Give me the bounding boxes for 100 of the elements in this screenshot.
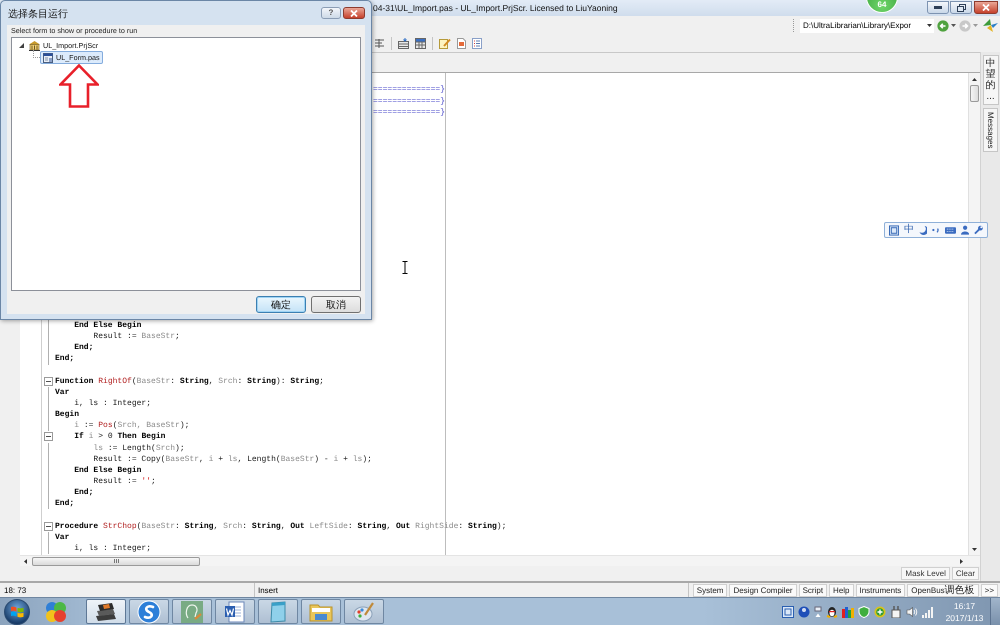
caret-icon xyxy=(973,24,978,27)
close-icon xyxy=(350,10,358,16)
horizontal-scrollbar[interactable] xyxy=(20,555,980,566)
up-triangle-icon[interactable] xyxy=(972,78,977,81)
code-line: ==============} xyxy=(373,84,446,96)
palette-icon xyxy=(352,600,376,624)
restore-icon xyxy=(956,4,966,12)
document-icon xyxy=(223,600,247,624)
expanded-triangle-icon[interactable] xyxy=(19,43,24,48)
grip-icon xyxy=(114,559,118,563)
keyboard-icon[interactable] xyxy=(944,226,956,234)
list-icon[interactable] xyxy=(472,38,482,49)
dialog-button[interactable]: 取消 xyxy=(311,296,361,313)
panel-button[interactable]: Instruments xyxy=(856,584,906,596)
shield-icon[interactable] xyxy=(858,606,870,618)
input-mode[interactable]: 中 xyxy=(904,224,914,236)
back-button[interactable] xyxy=(937,18,956,32)
fold-minus-icon[interactable] xyxy=(44,376,53,386)
minimize-icon xyxy=(934,6,942,9)
head-outline-icon xyxy=(180,600,204,624)
code-line: End; xyxy=(74,342,94,354)
speaker-icon[interactable] xyxy=(906,606,918,618)
code-line: End; xyxy=(55,353,74,365)
code-line: ==============} xyxy=(373,96,446,107)
text-cursor-icon xyxy=(402,261,408,274)
moon-icon[interactable] xyxy=(919,225,928,235)
page-icon[interactable] xyxy=(457,38,466,49)
books-icon xyxy=(94,600,118,622)
code-line: Result := Copy(BaseStr, i + ls, Length(BaseStr) - i + ls); xyxy=(93,454,372,465)
code-line: i, ls : Integer; xyxy=(74,398,152,410)
panel-button[interactable]: Mask Level xyxy=(901,567,950,580)
text-lines-icon[interactable] xyxy=(374,38,385,49)
caret-icon xyxy=(951,24,956,27)
restore-button[interactable] xyxy=(950,1,972,14)
panel-button[interactable]: OpenBus调色板 xyxy=(907,584,979,596)
scrollbar-thumb[interactable] xyxy=(32,556,200,566)
arrow-logo-icon[interactable] xyxy=(983,19,998,32)
side-tab[interactable]: 中望的... xyxy=(982,55,998,105)
close-icon xyxy=(982,4,990,11)
code-line: End Else Begin xyxy=(74,464,142,476)
side-tab[interactable]: Messages xyxy=(983,108,998,152)
code-line: ==============} xyxy=(373,106,446,118)
orb-icon xyxy=(4,598,30,624)
code-line: If i > 0 Then Begin xyxy=(74,431,166,443)
plus-circle-icon[interactable] xyxy=(874,606,886,618)
code-line: End; xyxy=(55,498,74,510)
code-line: Var xyxy=(55,386,70,398)
dialog-button[interactable]: 确定 xyxy=(256,296,306,313)
swirl-logo-icon xyxy=(137,600,161,624)
code-line: Function RightOf(BaseStr: String, Srch: String): String; xyxy=(55,376,324,387)
back-arrow-icon xyxy=(937,20,949,32)
forward-arrow-icon xyxy=(959,20,971,32)
panel-button[interactable]: Script xyxy=(798,584,828,596)
plug-icon[interactable] xyxy=(890,606,902,618)
window-icon xyxy=(43,52,53,62)
code-line: Var xyxy=(55,532,70,543)
fold-minus-icon[interactable] xyxy=(44,522,53,531)
colorful-circles-icon xyxy=(44,600,68,624)
up-arrow-icon xyxy=(59,64,99,108)
right-triangle-icon[interactable] xyxy=(960,558,963,564)
left-triangle-icon[interactable] xyxy=(24,558,27,564)
dialog-title: 选择条目运行 xyxy=(8,8,68,21)
fold-minus-icon[interactable] xyxy=(44,432,53,442)
person-icon[interactable] xyxy=(960,225,969,235)
down-triangle-icon[interactable] xyxy=(972,548,977,551)
minimize-button[interactable] xyxy=(927,1,949,14)
panel-button[interactable]: Help xyxy=(829,584,854,596)
punctuation-icon[interactable] xyxy=(932,227,940,233)
code-line: i, ls : Integer; xyxy=(74,542,152,554)
close-button[interactable] xyxy=(343,7,365,19)
framed-square-icon[interactable] xyxy=(889,224,900,236)
pencil-page-icon[interactable] xyxy=(439,38,451,49)
signal-bars-icon[interactable] xyxy=(922,606,934,618)
code-line: End Else Begin xyxy=(74,320,142,332)
code-line: Result := BaseStr; xyxy=(93,331,180,342)
table-icon[interactable] xyxy=(415,38,426,49)
help-button[interactable]: ? xyxy=(321,7,341,19)
scrollbar-thumb[interactable] xyxy=(970,85,979,102)
vertical-scrollbar[interactable] xyxy=(968,73,980,555)
code-line: Begin xyxy=(55,409,80,420)
wrench-icon[interactable] xyxy=(974,225,983,235)
stacked-rows-icon[interactable] xyxy=(398,38,409,49)
up-triangle-icon[interactable] xyxy=(814,606,822,618)
sphere-icon[interactable] xyxy=(798,606,810,618)
taskbar-button[interactable] xyxy=(215,599,255,624)
framed-square-icon[interactable] xyxy=(782,606,794,618)
building-icon xyxy=(29,40,40,50)
panel-button[interactable]: Design Compiler xyxy=(729,584,797,596)
panel-button[interactable]: Clear xyxy=(952,567,979,580)
path-dropdown[interactable]: D:\UltraLibrarian\Library\Expor xyxy=(800,18,934,32)
close-button[interactable] xyxy=(974,1,998,14)
penguin-icon[interactable] xyxy=(826,606,838,618)
edit-mode: Insert xyxy=(258,586,278,594)
color-bars-icon[interactable] xyxy=(842,606,854,618)
taskbar-button[interactable] xyxy=(86,599,126,624)
code-line: Result := ''; xyxy=(93,476,156,488)
panel-button[interactable]: System xyxy=(692,584,728,596)
code-line: i := Pos(Srch, BaseStr); xyxy=(74,420,190,432)
code-line: End; xyxy=(74,487,94,498)
panel-button[interactable]: >> xyxy=(980,584,998,596)
